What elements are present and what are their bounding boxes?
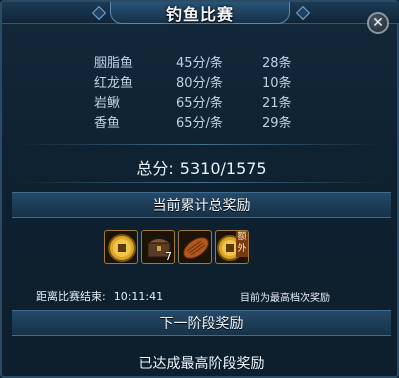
- gold-coin-icon: [108, 234, 136, 262]
- fishing-contest-panel: 钓鱼比赛 ✕ 胭脂鱼 45分/条 28条 红龙鱼 80分/条 10条 岩鳅 65…: [0, 0, 399, 378]
- current-reward-header: 当前累计总奖励: [12, 192, 391, 218]
- total-score-label: 总分:: [136, 159, 174, 178]
- fish-count: 28条: [262, 56, 292, 71]
- fish-name: 红龙鱼: [94, 76, 134, 91]
- countdown-label: 距离比赛结束:: [36, 290, 106, 303]
- reward-count: 7: [165, 250, 172, 263]
- fish-price: 65分/条: [176, 96, 223, 111]
- title-ornament-right-icon: [295, 5, 311, 21]
- fish-price: 80分/条: [176, 76, 223, 91]
- bonus-tag: 额外: [236, 231, 248, 257]
- reward-slot[interactable]: [178, 230, 212, 264]
- window-title: 钓鱼比赛: [165, 4, 234, 24]
- countdown-time: 10:11:41: [113, 290, 164, 303]
- fish-row: 岩鳅 65分/条 21条: [16, 90, 388, 111]
- fish-count: 21条: [262, 96, 292, 111]
- reward-list: 7 额外: [104, 230, 249, 268]
- divider: [18, 144, 384, 145]
- countdown: 距离比赛结束: 10:11:41: [36, 288, 163, 304]
- roasted-fish-icon: [183, 237, 209, 259]
- divider: [18, 182, 384, 183]
- fish-row: 胭脂鱼 45分/条 28条: [16, 50, 388, 71]
- next-stage-status: 已达成最高阶段奖励: [138, 356, 265, 372]
- next-stage-title: 下一阶段奖励: [159, 316, 244, 332]
- fish-count: 10条: [262, 76, 292, 91]
- close-button[interactable]: ✕: [367, 12, 389, 34]
- fish-table: 胭脂鱼 45分/条 28条 红龙鱼 80分/条 10条 岩鳅 65分/条 21条…: [16, 50, 388, 131]
- rank-note: 目前为最高档次奖励: [240, 293, 330, 304]
- title-plate: 钓鱼比赛: [110, 2, 290, 24]
- total-score-value: 5310/1575: [179, 159, 267, 178]
- fish-name: 岩鳅: [94, 96, 121, 111]
- fish-count: 29条: [262, 116, 292, 131]
- title-bar: 钓鱼比赛: [2, 2, 399, 24]
- fish-name: 胭脂鱼: [94, 56, 134, 71]
- total-score: 总分: 5310/1575: [2, 155, 399, 179]
- reward-slot[interactable]: [104, 230, 138, 264]
- reward-slot[interactable]: 额外: [215, 230, 249, 264]
- fish-price: 45分/条: [176, 56, 223, 71]
- reward-slot[interactable]: 7: [141, 230, 175, 264]
- fish-row: 红龙鱼 80分/条 10条: [16, 70, 388, 91]
- title-ornament-left-icon: [91, 5, 107, 21]
- current-reward-title: 当前累计总奖励: [152, 198, 251, 214]
- fish-price: 65分/条: [176, 116, 223, 131]
- fish-row: 香鱼 65分/条 29条: [16, 110, 388, 131]
- close-icon: ✕: [372, 15, 384, 31]
- fish-name: 香鱼: [94, 116, 121, 131]
- next-stage-header: 下一阶段奖励: [12, 310, 391, 336]
